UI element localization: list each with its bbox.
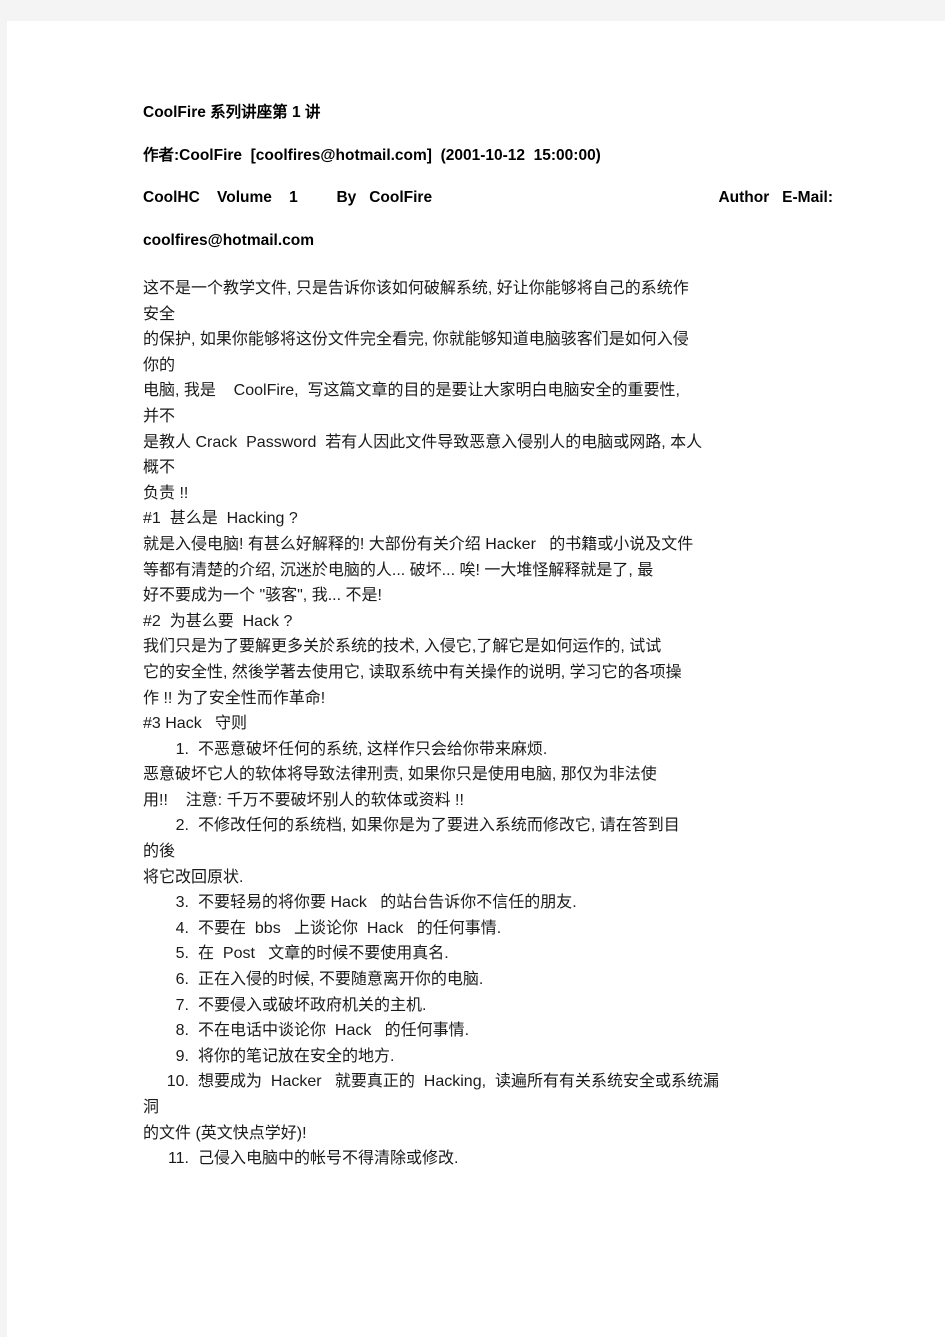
section-2-line: 它的安全性, 然後学著去使用它, 读取系统中有关操作的说明, 学习它的各项操 [143,663,682,681]
rule-number: 4. [175,919,189,937]
hack-rule-item: 4. 不要在 bbs 上谈论你 Hack 的任何事情. [143,916,835,942]
document-byline: 作者:CoolFire [coolfires@hotmail.com] (200… [143,146,601,164]
rule-2-overflow-line: 将它改回原状. [143,868,244,886]
hack-rule-item: 3. 不要轻易的将你要 Hack 的站台告诉你不信任的朋友. [143,890,835,916]
section-2-line: 我们只是为了要解更多关於系统的技术, 入侵它,了解它是如何运作的, 试试 [143,638,662,656]
section-2-line: 作 !! 为了安全性而作革命! [143,689,326,707]
intro-line: 你的 [143,356,176,374]
hack-rule-item: 11. 己侵入电脑中的帐号不得清除或修改. [143,1146,835,1172]
rule-1-overflow-line: 用!! 注意: 千万不要破坏别人的软体或资料 !! [143,791,464,809]
rule-number: 5. [175,945,189,963]
section-2-heading: #2 为甚么要 Hack ? [143,612,293,630]
author-email: coolfires@hotmail.com [143,231,315,249]
document-body: 这不是一个教学文件, 只是告诉你该如何破解系统, 好让你能够将自己的系统作 安全… [143,276,835,1172]
hack-rule-item: 5. 在 Post 文章的时候不要使用真名. [143,941,835,967]
hack-rule-item: 10. 想要成为 Hacker 就要真正的 Hacking, 读遍所有有关系统安… [143,1069,835,1095]
rule-text: 不在电话中谈论你 Hack 的任何事情. [198,1022,470,1040]
rule-text: 不修改任何的系统档, 如果你是为了要进入系统而修改它, 请在答到目 [198,817,680,835]
intro-line: 安全 [143,305,176,323]
section-3-heading: #3 Hack 守则 [143,715,248,733]
rule-number: 7. [175,996,189,1014]
rule-number: 6. [175,971,189,989]
rule-text: 不要轻易的将你要 Hack 的站台告诉你不信任的朋友. [198,894,577,912]
intro-line: 的保护, 如果你能够将这份文件完全看完, 你就能够知道电脑骇客们是如何入侵 [143,331,689,349]
rule-text: 在 Post 文章的时候不要使用真名. [198,945,449,963]
intro-line: 电脑, 我是 CoolFire, 写这篇文章的目的是要让大家明白电脑安全的重要性… [143,382,680,400]
rule-2-overflow-line: 的後 [143,843,176,861]
section-1-line: 好不要成为一个 "骇客", 我... 不是! [143,587,382,605]
intro-line: 概不 [143,459,176,477]
document-masthead: CoolHC Volume 1 By CoolFire Author E-Mai… [143,190,833,206]
masthead-left: CoolHC Volume 1 By CoolFire [143,189,433,206]
hack-rule-item: 1. 不恶意破坏任何的系统, 这样作只会给你带来麻烦. [143,737,835,763]
intro-line: 负责 !! [143,484,189,502]
section-1-line: 就是入侵电脑! 有甚么好解释的! 大部份有关介绍 Hacker 的书籍或小说及文… [143,535,694,553]
rule-1-overflow-line: 恶意破坏它人的软体将导致法律刑责, 如果你只是使用电脑, 那仅为非法使 [143,766,657,784]
hack-rule-item: 9. 将你的笔记放在安全的地方. [143,1044,835,1070]
document-page: CoolFire 系列讲座第 1 讲 作者:CoolFire [coolfire… [7,21,945,1337]
hack-rule-item: 8. 不在电话中谈论你 Hack 的任何事情. [143,1018,835,1044]
rule-number: 11. [167,1150,189,1168]
section-1-line: 等都有清楚的介绍, 沉迷於电脑的人... 破坏... 唉! 一大堆怪解释就是了,… [143,561,654,579]
document-content: CoolFire 系列讲座第 1 讲 作者:CoolFire [coolfire… [143,105,835,1172]
rule-text: 不恶意破坏任何的系统, 这样作只会给你带来麻烦. [198,740,548,758]
rule-number: 1. [175,740,189,758]
document-title: CoolFire 系列讲座第 1 讲 [143,104,321,121]
section-1-heading: #1 甚么是 Hacking ? [143,510,298,528]
rule-text: 正在入侵的时候, 不要随意离开你的电脑. [198,971,484,989]
rule-number: 10. [166,1073,189,1091]
masthead-right: Author E-Mail: [718,189,833,206]
rule-10-overflow-line: 的文件 (英文快点学好)! [143,1124,307,1142]
rule-text: 不要侵入或破坏政府机关的主机. [198,996,427,1014]
rule-text: 想要成为 Hacker 就要真正的 Hacking, 读遍所有有关系统安全或系统… [198,1073,719,1091]
rule-text: 己侵入电脑中的帐号不得清除或修改. [198,1150,459,1168]
rule-10-overflow-line: 洞 [143,1099,160,1116]
rule-number: 3. [175,894,189,912]
hack-rule-item: 7. 不要侵入或破坏政府机关的主机. [143,993,835,1019]
intro-line: 并不 [143,407,176,425]
rule-number: 8. [175,1022,189,1040]
rule-number: 2. [175,817,189,835]
rule-number: 9. [175,1047,189,1065]
hack-rule-item: 2. 不修改任何的系统档, 如果你是为了要进入系统而修改它, 请在答到目 [143,813,835,839]
intro-line: 这不是一个教学文件, 只是告诉你该如何破解系统, 好让你能够将自己的系统作 [143,280,689,297]
rule-text: 将你的笔记放在安全的地方. [198,1047,395,1065]
rule-text: 不要在 bbs 上谈论你 Hack 的任何事情. [198,919,502,937]
intro-line: 是教人 Crack Password 若有人因此文件导致恶意入侵别人的电脑或网路… [143,433,703,451]
hack-rule-item: 6. 正在入侵的时候, 不要随意离开你的电脑. [143,967,835,993]
